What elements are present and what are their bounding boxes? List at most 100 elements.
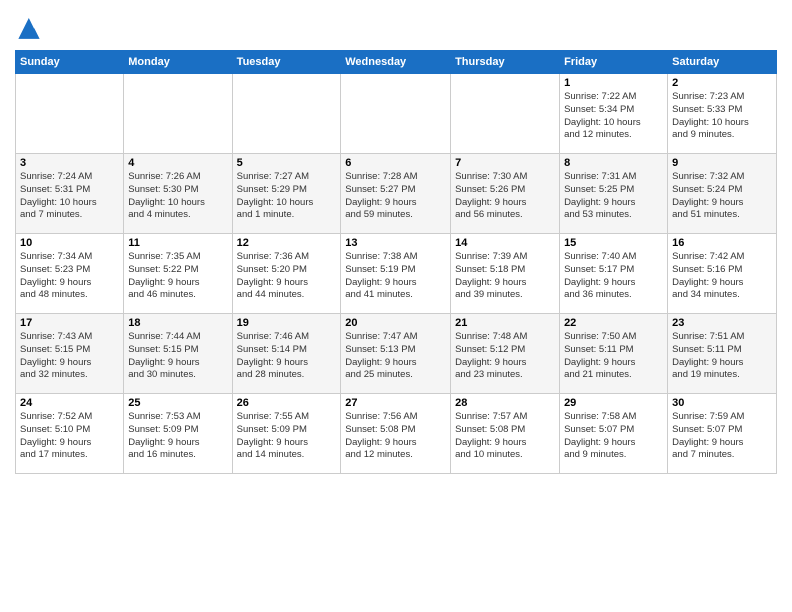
day-info: Sunrise: 7:57 AMSunset: 5:08 PMDaylight:… [455,411,555,462]
weekday-wednesday: Wednesday [341,51,451,74]
day-info: Sunrise: 7:52 AMSunset: 5:10 PMDaylight:… [20,411,119,462]
day-info: Sunrise: 7:53 AMSunset: 5:09 PMDaylight:… [128,411,227,462]
day-cell: 15 Sunrise: 7:40 AMSunset: 5:17 PMDayligh… [560,234,668,314]
week-row-0: 1 Sunrise: 7:22 AMSunset: 5:34 PMDaylight… [16,74,777,154]
day-number: 11 [128,237,227,249]
day-cell [232,74,341,154]
day-cell: 1 Sunrise: 7:22 AMSunset: 5:34 PMDaylight… [560,74,668,154]
weekday-monday: Monday [124,51,232,74]
day-info: Sunrise: 7:38 AMSunset: 5:19 PMDaylight:… [345,251,446,302]
day-cell: 19 Sunrise: 7:46 AMSunset: 5:14 PMDayligh… [232,314,341,394]
day-number: 15 [564,237,663,249]
day-number: 27 [345,397,446,409]
day-number: 16 [672,237,772,249]
day-cell [16,74,124,154]
day-number: 2 [672,77,772,89]
day-number: 17 [20,317,119,329]
day-info: Sunrise: 7:28 AMSunset: 5:27 PMDaylight:… [345,171,446,222]
day-number: 6 [345,157,446,169]
day-cell: 9 Sunrise: 7:32 AMSunset: 5:24 PMDaylight… [668,154,777,234]
day-cell: 30 Sunrise: 7:59 AMSunset: 5:07 PMDayligh… [668,394,777,474]
day-cell: 2 Sunrise: 7:23 AMSunset: 5:33 PMDaylight… [668,74,777,154]
weekday-header-row: SundayMondayTuesdayWednesdayThursdayFrid… [16,51,777,74]
logo [15,14,47,42]
day-number: 8 [564,157,663,169]
day-number: 9 [672,157,772,169]
day-info: Sunrise: 7:34 AMSunset: 5:23 PMDaylight:… [20,251,119,302]
day-info: Sunrise: 7:50 AMSunset: 5:11 PMDaylight:… [564,331,663,382]
day-info: Sunrise: 7:32 AMSunset: 5:24 PMDaylight:… [672,171,772,222]
day-cell: 7Sunrise: 7:30 AMSunset: 5:26 PMDaylight… [451,154,560,234]
day-info: Sunrise: 7:24 AMSunset: 5:31 PMDaylight:… [20,171,119,222]
day-number: 23 [672,317,772,329]
calendar-header: SundayMondayTuesdayWednesdayThursdayFrid… [16,51,777,74]
day-cell: 6 Sunrise: 7:28 AMSunset: 5:27 PMDaylight… [341,154,451,234]
day-info: Sunrise: 7:42 AMSunset: 5:16 PMDaylight:… [672,251,772,302]
week-row-4: 24 Sunrise: 7:52 AMSunset: 5:10 PMDayligh… [16,394,777,474]
day-cell: 26Sunrise: 7:55 AMSunset: 5:09 PMDayligh… [232,394,341,474]
day-cell [451,74,560,154]
day-cell: 11 Sunrise: 7:35 AMSunset: 5:22 PMDayligh… [124,234,232,314]
day-number: 4 [128,157,227,169]
day-info: Sunrise: 7:44 AMSunset: 5:15 PMDaylight:… [128,331,227,382]
weekday-tuesday: Tuesday [232,51,341,74]
day-info: Sunrise: 7:36 AMSunset: 5:20 PMDaylight:… [237,251,337,302]
day-number: 5 [237,157,337,169]
day-number: 22 [564,317,663,329]
day-number: 24 [20,397,119,409]
day-number: 1 [564,77,663,89]
day-cell [341,74,451,154]
day-info: Sunrise: 7:23 AMSunset: 5:33 PMDaylight:… [672,91,772,142]
day-info: Sunrise: 7:22 AMSunset: 5:34 PMDaylight:… [564,91,663,142]
day-number: 26 [237,397,337,409]
day-cell: 25Sunrise: 7:53 AMSunset: 5:09 PMDayligh… [124,394,232,474]
day-cell [124,74,232,154]
week-row-1: 3Sunrise: 7:24 AMSunset: 5:31 PMDaylight… [16,154,777,234]
day-number: 7 [455,157,555,169]
day-info: Sunrise: 7:43 AMSunset: 5:15 PMDaylight:… [20,331,119,382]
day-info: Sunrise: 7:46 AMSunset: 5:14 PMDaylight:… [237,331,337,382]
day-number: 10 [20,237,119,249]
day-cell: 5Sunrise: 7:27 AMSunset: 5:29 PMDaylight… [232,154,341,234]
day-cell: 12Sunrise: 7:36 AMSunset: 5:20 PMDayligh… [232,234,341,314]
day-number: 13 [345,237,446,249]
weekday-sunday: Sunday [16,51,124,74]
day-cell: 18 Sunrise: 7:44 AMSunset: 5:15 PMDayligh… [124,314,232,394]
day-info: Sunrise: 7:31 AMSunset: 5:25 PMDaylight:… [564,171,663,222]
day-number: 30 [672,397,772,409]
day-info: Sunrise: 7:48 AMSunset: 5:12 PMDaylight:… [455,331,555,382]
day-number: 19 [237,317,337,329]
day-cell: 3Sunrise: 7:24 AMSunset: 5:31 PMDaylight… [16,154,124,234]
day-cell: 21Sunrise: 7:48 AMSunset: 5:12 PMDayligh… [451,314,560,394]
day-info: Sunrise: 7:35 AMSunset: 5:22 PMDaylight:… [128,251,227,302]
day-cell: 13 Sunrise: 7:38 AMSunset: 5:19 PMDayligh… [341,234,451,314]
day-info: Sunrise: 7:58 AMSunset: 5:07 PMDaylight:… [564,411,663,462]
day-cell: 29 Sunrise: 7:58 AMSunset: 5:07 PMDayligh… [560,394,668,474]
day-info: Sunrise: 7:47 AMSunset: 5:13 PMDaylight:… [345,331,446,382]
weekday-thursday: Thursday [451,51,560,74]
day-cell: 20 Sunrise: 7:47 AMSunset: 5:13 PMDayligh… [341,314,451,394]
weekday-saturday: Saturday [668,51,777,74]
logo-icon [15,14,43,42]
week-row-3: 17 Sunrise: 7:43 AMSunset: 5:15 PMDayligh… [16,314,777,394]
day-info: Sunrise: 7:39 AMSunset: 5:18 PMDaylight:… [455,251,555,302]
day-number: 14 [455,237,555,249]
day-cell: 28 Sunrise: 7:57 AMSunset: 5:08 PMDayligh… [451,394,560,474]
day-number: 28 [455,397,555,409]
day-cell: 22 Sunrise: 7:50 AMSunset: 5:11 PMDayligh… [560,314,668,394]
day-number: 29 [564,397,663,409]
day-info: Sunrise: 7:59 AMSunset: 5:07 PMDaylight:… [672,411,772,462]
day-number: 18 [128,317,227,329]
page: SundayMondayTuesdayWednesdayThursdayFrid… [0,0,792,612]
day-info: Sunrise: 7:56 AMSunset: 5:08 PMDaylight:… [345,411,446,462]
day-cell: 10 Sunrise: 7:34 AMSunset: 5:23 PMDayligh… [16,234,124,314]
day-cell: 14 Sunrise: 7:39 AMSunset: 5:18 PMDayligh… [451,234,560,314]
day-info: Sunrise: 7:26 AMSunset: 5:30 PMDaylight:… [128,171,227,222]
day-cell: 24 Sunrise: 7:52 AMSunset: 5:10 PMDayligh… [16,394,124,474]
day-cell: 4 Sunrise: 7:26 AMSunset: 5:30 PMDaylight… [124,154,232,234]
day-number: 20 [345,317,446,329]
week-row-2: 10 Sunrise: 7:34 AMSunset: 5:23 PMDayligh… [16,234,777,314]
calendar-table: SundayMondayTuesdayWednesdayThursdayFrid… [15,50,777,474]
day-info: Sunrise: 7:40 AMSunset: 5:17 PMDaylight:… [564,251,663,302]
header [15,10,777,42]
